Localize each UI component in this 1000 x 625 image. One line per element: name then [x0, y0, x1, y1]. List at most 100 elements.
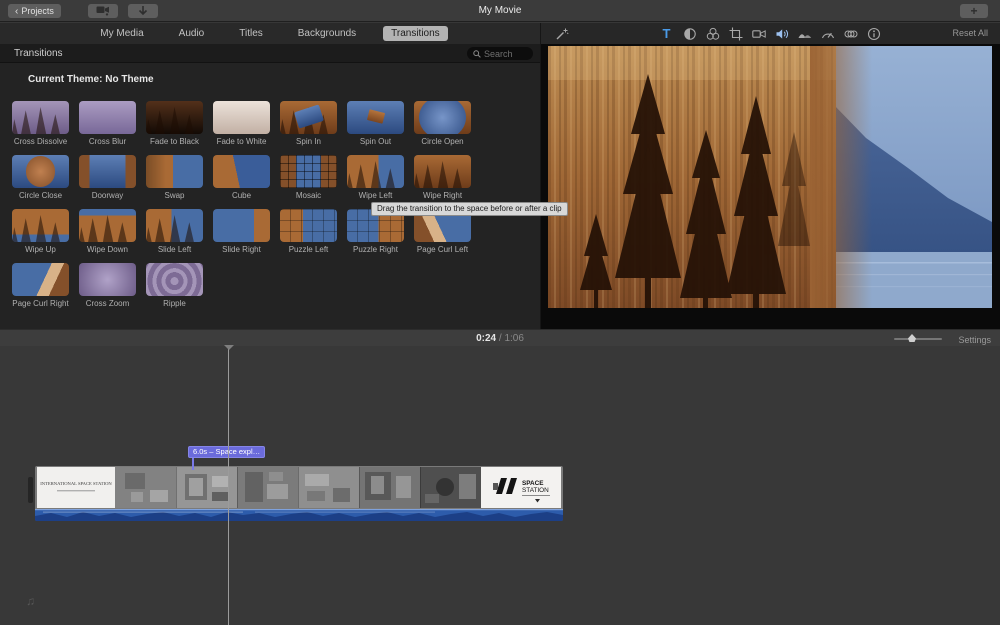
transition-item[interactable]: Swap — [141, 155, 208, 200]
transition-item[interactable]: Cross Zoom — [74, 263, 141, 308]
transition-item[interactable]: Spin Out — [342, 101, 409, 146]
tab-audio[interactable]: Audio — [171, 26, 213, 41]
transition-item[interactable]: Circle Open — [409, 101, 476, 146]
search-input[interactable] — [484, 48, 530, 59]
reset-all-button[interactable]: Reset All — [952, 28, 988, 38]
add-button[interactable]: + — [960, 4, 988, 18]
transition-thumbnail-circle-close[interactable] — [12, 155, 69, 188]
clip-logo-line1: SPACE — [522, 480, 544, 487]
settings-button[interactable]: Settings — [958, 335, 991, 345]
transition-item[interactable]: Page Curl Right — [7, 263, 74, 308]
transition-thumbnail-cross-zoom[interactable] — [79, 263, 136, 296]
transition-item[interactable]: Wipe Down — [74, 209, 141, 254]
transition-item[interactable]: Cross Dissolve — [7, 101, 74, 146]
transition-label: Doorway — [91, 191, 124, 200]
transition-label: Swap — [164, 191, 185, 200]
transition-item[interactable]: Cube — [208, 155, 275, 200]
speed-icon[interactable] — [820, 26, 835, 41]
transition-thumbnail-slide-right[interactable] — [213, 209, 270, 242]
transition-thumbnail-fade-to-black[interactable] — [146, 101, 203, 134]
transition-item[interactable]: Puzzle Left — [275, 209, 342, 254]
transition-thumbnail-ripple[interactable] — [146, 263, 203, 296]
color-correction-icon[interactable] — [705, 26, 720, 41]
transition-label: Wipe Right — [422, 191, 463, 200]
titles-adjust-icon[interactable]: T — [659, 26, 674, 41]
transition-label: Wipe Up — [25, 245, 56, 254]
tab-transitions[interactable]: Transitions — [383, 26, 448, 41]
color-balance-icon[interactable] — [682, 26, 697, 41]
thumbnail-zoom-slider[interactable] — [894, 334, 942, 342]
transition-thumbnail-slide-left[interactable] — [146, 209, 203, 242]
tab-backgrounds[interactable]: Backgrounds — [290, 26, 364, 41]
transition-item[interactable]: Slide Left — [141, 209, 208, 254]
transition-item[interactable]: Cross Blur — [74, 101, 141, 146]
transition-item[interactable]: Wipe Left — [342, 155, 409, 200]
transition-item[interactable]: Wipe Up — [7, 209, 74, 254]
transition-thumbnail-spin-in[interactable] — [280, 101, 337, 134]
transition-thumbnail-spin-out[interactable] — [347, 101, 404, 134]
clip-badge-stem — [192, 458, 194, 470]
timeline-area[interactable]: 6.0s – Space expl… INTERNATIONAL SPACE S… — [0, 345, 1000, 625]
import-media-button[interactable] — [88, 4, 118, 18]
transition-thumbnail-cube[interactable] — [213, 155, 270, 188]
import-arrow-button[interactable] — [128, 4, 158, 18]
transition-label: Cube — [231, 191, 252, 200]
clip-title-card-text: INTERNATIONAL SPACE STATION — [40, 481, 112, 486]
transition-thumbnail-cross-dissolve[interactable] — [12, 101, 69, 134]
transition-thumbnail-wipe-right[interactable] — [414, 155, 471, 188]
viewer-pane — [541, 44, 1000, 329]
volume-icon[interactable] — [774, 26, 789, 41]
transition-item[interactable]: Ripple — [141, 263, 208, 308]
transition-thumbnail-wipe-left[interactable] — [347, 155, 404, 188]
transition-item[interactable]: Mosaic — [275, 155, 342, 200]
transition-label: Spin Out — [359, 137, 392, 146]
clip-filter-icon[interactable] — [843, 26, 858, 41]
search-field[interactable] — [467, 47, 533, 60]
time-display-bar: 0:24 / 1:06 Settings — [0, 329, 1000, 346]
transition-label: Circle Open — [421, 137, 464, 146]
transition-label: Page Curl Right — [12, 299, 69, 308]
transition-label: Fade to Black — [150, 137, 199, 146]
transition-thumbnail-wipe-up[interactable] — [12, 209, 69, 242]
transition-item[interactable]: Doorway — [74, 155, 141, 200]
transition-item[interactable]: Spin In — [275, 101, 342, 146]
noise-reduction-icon[interactable] — [797, 26, 812, 41]
transition-thumbnail-doorway[interactable] — [79, 155, 136, 188]
video-clip[interactable]: INTERNATIONAL SPACE STATION SPACE STATIO… — [35, 466, 563, 521]
clip-duration-badge: 6.0s – Space expl… — [188, 446, 266, 458]
crop-icon[interactable] — [728, 26, 743, 41]
transition-item[interactable]: Slide Right — [208, 209, 275, 254]
transition-thumbnail-wipe-down[interactable] — [79, 209, 136, 242]
transition-item[interactable]: Fade to White — [208, 101, 275, 146]
tab-my-media[interactable]: My Media — [92, 26, 151, 41]
preview-image — [548, 46, 992, 308]
title-bar: ‹ Projects My Movie + — [0, 0, 1000, 22]
transition-thumbnail-mosaic[interactable] — [280, 155, 337, 188]
transition-label: Ripple — [163, 299, 186, 308]
playhead[interactable] — [228, 346, 229, 625]
tab-titles[interactable]: Titles — [231, 26, 271, 41]
drag-tooltip: Drag the transition to the space before … — [371, 202, 568, 216]
projects-back-button[interactable]: ‹ Projects — [8, 4, 61, 18]
projects-label: Projects — [21, 6, 54, 16]
clip-info-icon[interactable] — [866, 26, 881, 41]
transition-label: Fade to White — [216, 137, 267, 146]
transition-label: Cross Blur — [88, 137, 127, 146]
transition-thumbnail-swap[interactable] — [146, 155, 203, 188]
transitions-browser: Current Theme: No Theme Cross Dissolve Cr… — [0, 63, 540, 329]
transition-thumbnail-circle-open[interactable] — [414, 101, 471, 134]
transition-thumbnail-puzzle-left[interactable] — [280, 209, 337, 242]
transition-item[interactable]: Wipe Right — [409, 155, 476, 200]
playhead-handle[interactable] — [224, 345, 234, 350]
transition-thumbnail-cross-blur[interactable] — [79, 101, 136, 134]
transition-thumbnail-fade-to-white[interactable] — [213, 101, 270, 134]
transition-label: Cross Zoom — [85, 299, 130, 308]
transition-thumbnail-page-curl-right[interactable] — [12, 263, 69, 296]
time-display: 0:24 / 1:06 — [476, 333, 524, 344]
stabilization-icon[interactable] — [751, 26, 766, 41]
music-note-icon: ♫ — [26, 594, 35, 608]
transition-label: Slide Left — [157, 245, 192, 254]
back-chevron-icon: ‹ — [15, 5, 19, 17]
transition-item[interactable]: Fade to Black — [141, 101, 208, 146]
transition-item[interactable]: Circle Close — [7, 155, 74, 200]
